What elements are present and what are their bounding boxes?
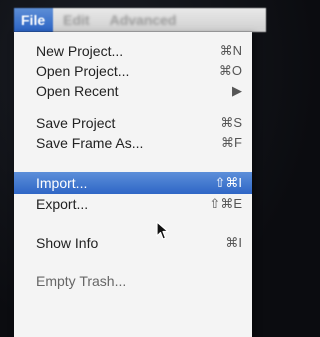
- menu-edit[interactable]: Edit: [53, 8, 99, 32]
- menu-file[interactable]: File: [14, 8, 54, 32]
- menu-item-new-project[interactable]: New Project... ⌘N: [14, 40, 252, 62]
- menu-item-export[interactable]: Export... ⇧⌘E: [14, 193, 252, 215]
- menu-item-label: Open Project...: [36, 63, 130, 79]
- menu-item-open-project[interactable]: Open Project... ⌘O: [14, 60, 252, 82]
- menu-item-label: Open Recent: [36, 83, 119, 99]
- menu-item-show-info[interactable]: Show Info ⌘I: [14, 232, 252, 254]
- menu-item-label: Empty Trash...: [36, 273, 127, 289]
- shortcut-label: ⌘N: [219, 43, 242, 58]
- menu-item-label: Import...: [36, 175, 88, 191]
- shortcut-label: ⌘F: [221, 135, 242, 150]
- shortcut-label: ⌘S: [220, 115, 242, 130]
- menu-item-label: Save Project: [36, 115, 116, 131]
- menu-item-open-recent[interactable]: Open Recent ▶: [14, 80, 252, 102]
- menu-item-import[interactable]: Import... ⇧⌘I: [14, 172, 252, 194]
- menu-item-save-project[interactable]: Save Project ⌘S: [14, 112, 252, 134]
- shortcut-label: ⌘O: [218, 63, 242, 78]
- menu-item-save-frame-as[interactable]: Save Frame As... ⌘F: [14, 132, 252, 154]
- shortcut-label: ⌘I: [225, 235, 242, 250]
- menu-item-label: New Project...: [36, 43, 124, 59]
- file-menu-dropdown: New Project... ⌘N Open Project... ⌘O Ope…: [14, 32, 252, 337]
- menu-item-label: Export...: [36, 196, 89, 212]
- shortcut-label: ⇧⌘I: [214, 175, 242, 190]
- menu-bar: File Edit Advanced: [14, 8, 266, 32]
- mouse-pointer-icon: [156, 221, 169, 240]
- menu-advanced[interactable]: Advanced: [100, 8, 187, 32]
- menu-item-empty-trash[interactable]: Empty Trash...: [14, 270, 252, 292]
- menu-item-label: Show Info: [36, 235, 99, 251]
- submenu-arrow-icon: ▶: [232, 83, 242, 98]
- menu-item-label: Save Frame As...: [36, 135, 144, 151]
- shortcut-label: ⇧⌘E: [209, 196, 242, 211]
